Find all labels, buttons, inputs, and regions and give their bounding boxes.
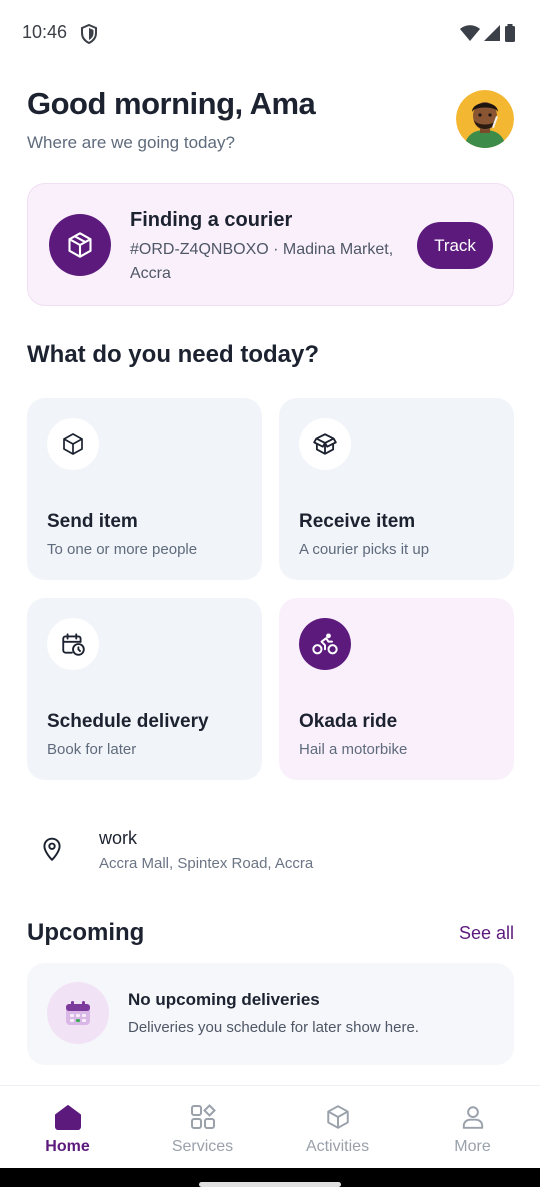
tile-title: Receive item [299, 511, 416, 532]
open-box-icon [299, 418, 351, 470]
calendar-clock-icon [47, 618, 99, 670]
nav-services[interactable]: Services [135, 1086, 270, 1168]
tile-title: Okada ride [299, 711, 398, 732]
nav-label: Activities [305, 1138, 370, 1155]
tile-subtitle: Book for later [47, 741, 137, 758]
tile-subtitle: A courier picks it up [299, 541, 430, 558]
box-icon [326, 1105, 349, 1129]
map-pin-icon [43, 837, 61, 861]
nav-label: Home [45, 1138, 90, 1155]
shield-icon [81, 24, 97, 44]
schedule-delivery-tile[interactable]: Schedule delivery Book for later [27, 598, 262, 780]
tile-subtitle: To one or more people [47, 541, 198, 558]
bike-icon [299, 618, 351, 670]
receive-item-tile[interactable]: Receive item A courier picks it up [279, 398, 514, 580]
tile-title: Send item [47, 511, 138, 532]
calendar-icon [47, 982, 109, 1044]
system-gesture-area [0, 1168, 540, 1187]
active-order-details: #ORD-Z4QNBOXO · Madina Market, Accra [130, 241, 394, 282]
active-order-card[interactable]: Finding a courier #ORD-Z4QNBOXO · Madina… [27, 183, 514, 306]
nav-label: More [454, 1138, 491, 1155]
package-icon [47, 418, 99, 470]
send-item-tile[interactable]: Send item To one or more people [27, 398, 262, 580]
status-time: 10:46 [22, 22, 68, 42]
upcoming-section-title: Upcoming [27, 919, 145, 946]
avatar[interactable] [456, 90, 514, 148]
empty-state-title: No upcoming deliveries [128, 990, 320, 1009]
package-icon [49, 214, 111, 276]
see-all-link[interactable]: See all [459, 923, 514, 944]
wifi-icon [460, 25, 480, 41]
nav-more[interactable]: More [405, 1086, 540, 1168]
saved-place-work[interactable]: work Accra Mall, Spintex Road, Accra [27, 815, 514, 885]
avatar-illustration [456, 90, 514, 148]
user-icon [462, 1106, 483, 1129]
battery-icon [505, 24, 515, 42]
nav-label: Services [171, 1138, 234, 1155]
place-address: Accra Mall, Spintex Road, Accra [99, 855, 314, 872]
services-section-title: What do you need today? [27, 341, 319, 368]
greeting-subtitle: Where are we going today? [27, 133, 235, 152]
tile-title: Schedule delivery [47, 711, 209, 732]
empty-state-subtitle: Deliveries you schedule for later show h… [128, 1019, 419, 1036]
home-icon [54, 1105, 81, 1130]
system-indicators [460, 24, 516, 42]
signal-icon [484, 25, 500, 41]
greeting-title: Good morning, Ama [27, 86, 316, 121]
home-gesture-bar[interactable] [199, 1182, 341, 1187]
nav-home[interactable]: Home [0, 1086, 135, 1168]
nav-activities[interactable]: Activities [270, 1086, 405, 1168]
upcoming-empty-state: No upcoming deliveries Deliveries you sc… [27, 963, 514, 1065]
status-bar: 10:46 [0, 0, 540, 68]
active-order-status: Finding a courier [130, 209, 293, 231]
tile-subtitle: Hail a motorbike [299, 741, 408, 758]
okada-ride-tile[interactable]: Okada ride Hail a motorbike [279, 598, 514, 780]
bottom-nav: Home Services Activities More [0, 1085, 540, 1168]
place-name: work [99, 828, 138, 848]
grid-icon [190, 1104, 216, 1129]
track-button[interactable]: Track [417, 222, 493, 269]
